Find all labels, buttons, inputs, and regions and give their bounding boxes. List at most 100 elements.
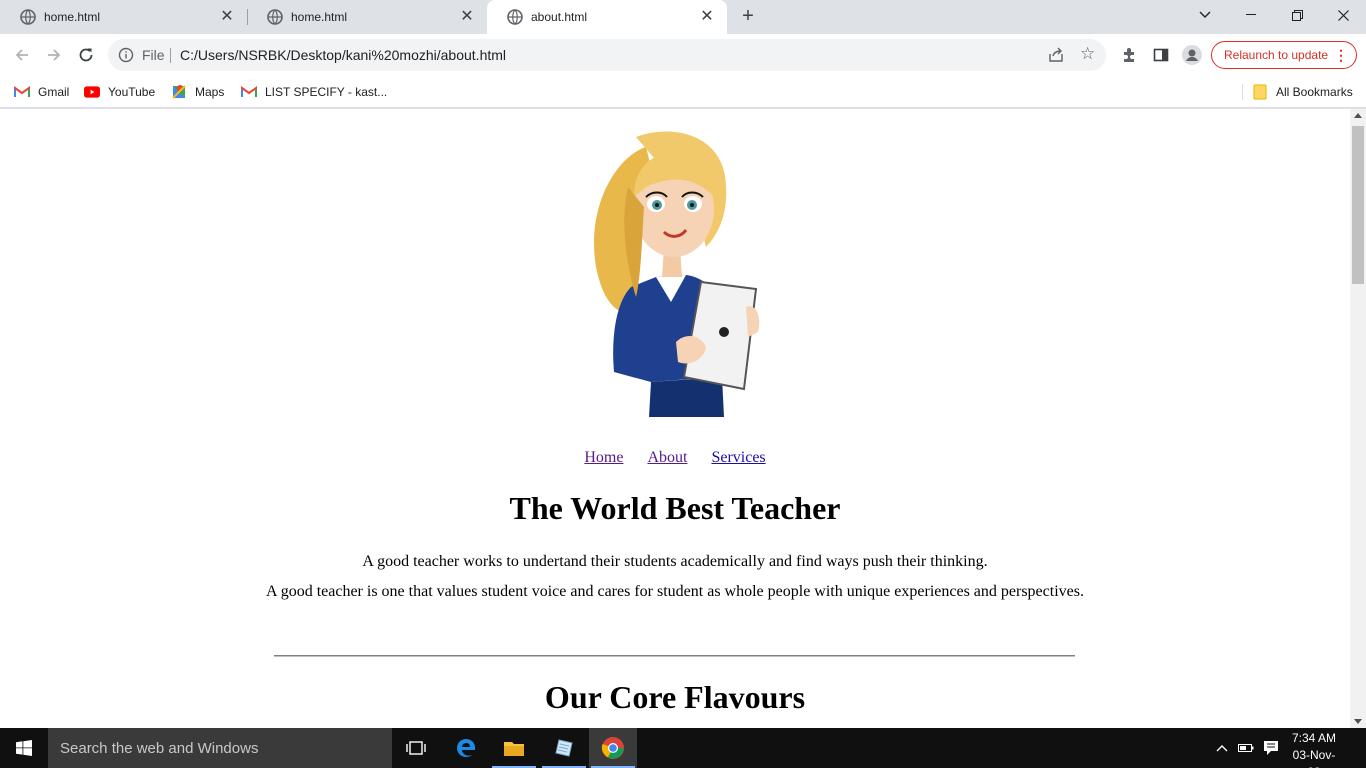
bookmarks-bar: Gmail YouTube Maps LIST SPECIFY - kast..… — [0, 76, 1366, 108]
close-window-button[interactable] — [1320, 0, 1366, 30]
profile-button[interactable] — [1182, 45, 1202, 65]
nav-link-about[interactable]: About — [647, 449, 687, 466]
all-bookmarks-label: All Bookmarks — [1276, 85, 1353, 99]
arrow-left-icon — [15, 49, 28, 61]
page-content: Home About Services The World Best Teach… — [0, 109, 1350, 728]
tab-title: home.html — [44, 10, 101, 24]
section-title: Our Core Flavours — [544, 679, 806, 715]
extensions-button[interactable] — [1119, 45, 1139, 65]
relaunch-button[interactable]: Relaunch to update ⋮ — [1211, 41, 1357, 69]
tab-home-2[interactable]: home.html ✕ — [247, 0, 487, 34]
taskbar: Search the web and Windows 7:34 AM 03-No… — [0, 728, 1366, 768]
start-button[interactable] — [0, 728, 48, 768]
paragraph: A good teacher is one that values studen… — [266, 583, 1084, 600]
globe-icon — [20, 9, 36, 25]
teacher-illustration — [594, 131, 760, 417]
bookmark-youtube[interactable]: YouTube — [84, 82, 155, 102]
relaunch-label: Relaunch to update — [1224, 48, 1329, 62]
vertical-scrollbar[interactable] — [1350, 109, 1366, 728]
globe-icon — [267, 9, 283, 25]
tab-about[interactable]: about.html ✕ — [487, 0, 727, 34]
more-icon[interactable]: ⋮ — [1334, 46, 1348, 64]
windows-logo-icon — [16, 740, 32, 756]
nav-link-home[interactable]: Home — [584, 449, 623, 466]
folder-icon — [504, 742, 524, 756]
scheme-label: File — [142, 47, 165, 63]
gmail-icon — [241, 84, 257, 100]
close-icon[interactable]: ✕ — [219, 9, 235, 25]
forward-button[interactable] — [40, 41, 68, 69]
tab-home-1[interactable]: home.html ✕ — [0, 0, 247, 34]
clock-time: 7:34 AM — [1291, 731, 1337, 745]
star-icon[interactable]: ☆ — [1080, 45, 1095, 63]
tab-search-button[interactable] — [1182, 0, 1228, 30]
paragraph: A good teacher works to undertand their … — [362, 553, 988, 570]
maps-icon — [171, 84, 187, 100]
puzzle-icon — [1124, 48, 1134, 62]
system-clock[interactable]: 7:34 AM 03-Nov-23 — [1286, 730, 1342, 768]
bookmark-list-specify[interactable]: LIST SPECIFY - kast... — [241, 82, 387, 102]
show-hidden-icons-button[interactable] — [1212, 728, 1232, 768]
scroll-up-arrow-icon[interactable] — [1354, 113, 1362, 118]
close-icon[interactable]: ✕ — [699, 9, 715, 25]
side-panel-button[interactable] — [1151, 45, 1171, 65]
arrow-right-icon — [48, 49, 61, 61]
file-explorer-button[interactable] — [490, 728, 538, 768]
taskbar-search[interactable]: Search the web and Windows — [48, 728, 392, 768]
minimize-icon — [1246, 14, 1256, 15]
battery-button[interactable] — [1236, 728, 1256, 768]
info-icon[interactable] — [118, 47, 134, 63]
restore-button[interactable] — [1274, 0, 1320, 30]
site-nav: Home About Services — [0, 449, 1350, 467]
bookmark-label: Maps — [195, 85, 225, 99]
tab-title: about.html — [531, 10, 588, 24]
chevron-up-icon — [1216, 745, 1228, 752]
bookmark-label: LIST SPECIFY - kast... — [265, 85, 388, 99]
bookmark-label: Gmail — [38, 85, 70, 99]
new-tab-button[interactable]: + — [737, 6, 759, 27]
chevron-down-icon — [1199, 11, 1211, 18]
tab-strip: home.html ✕ home.html ✕ about.html ✕ + — [0, 0, 1366, 34]
chrome-app-button[interactable] — [589, 728, 637, 768]
reload-button[interactable] — [72, 41, 100, 69]
horizontal-rule — [274, 655, 1075, 657]
scrollbar-thumb[interactable] — [1352, 126, 1364, 284]
edge-icon — [457, 739, 476, 757]
page-title: The World Best Teacher — [509, 490, 841, 526]
folder-icon — [1252, 84, 1268, 100]
all-bookmarks[interactable]: All Bookmarks — [1252, 82, 1353, 102]
share-icon[interactable] — [1048, 47, 1064, 63]
nav-link-services[interactable]: Services — [711, 449, 765, 466]
minimize-button[interactable] — [1228, 0, 1274, 30]
bookmark-maps[interactable]: Maps — [171, 82, 224, 102]
back-button[interactable] — [8, 41, 36, 69]
task-view-button[interactable] — [392, 728, 440, 768]
message-icon — [1264, 741, 1278, 755]
divider — [1242, 84, 1243, 100]
url-text[interactable]: C:/Users/NSRBK/Desktop/kani%20mozhi/abou… — [180, 47, 506, 63]
task-view-icon — [406, 741, 426, 755]
reload-icon — [79, 48, 93, 62]
globe-icon — [507, 9, 523, 25]
avatar-icon — [1182, 45, 1202, 65]
youtube-icon — [84, 84, 100, 100]
notepad-app-button[interactable] — [540, 728, 588, 768]
close-icon[interactable]: ✕ — [459, 9, 475, 25]
clock-date: 03-Nov-23 — [1292, 748, 1336, 768]
close-icon — [1337, 9, 1349, 21]
side-panel-icon — [1153, 48, 1169, 62]
notepad-icon — [555, 739, 573, 757]
divider — [170, 48, 171, 63]
gmail-icon — [14, 84, 30, 100]
address-bar[interactable]: File C:/Users/NSRBK/Desktop/kani%20mozhi… — [108, 39, 1106, 71]
chrome-icon — [601, 737, 624, 759]
restore-icon — [1291, 9, 1303, 21]
bookmark-label: YouTube — [108, 85, 156, 99]
browser-toolbar: File C:/Users/NSRBK/Desktop/kani%20mozhi… — [0, 34, 1366, 76]
scroll-down-arrow-icon[interactable] — [1354, 719, 1362, 724]
bookmark-gmail[interactable]: Gmail — [14, 82, 69, 102]
edge-app-button[interactable] — [442, 728, 490, 768]
tab-title: home.html — [291, 10, 348, 24]
action-center-button[interactable] — [1260, 728, 1282, 768]
battery-icon — [1238, 744, 1254, 752]
